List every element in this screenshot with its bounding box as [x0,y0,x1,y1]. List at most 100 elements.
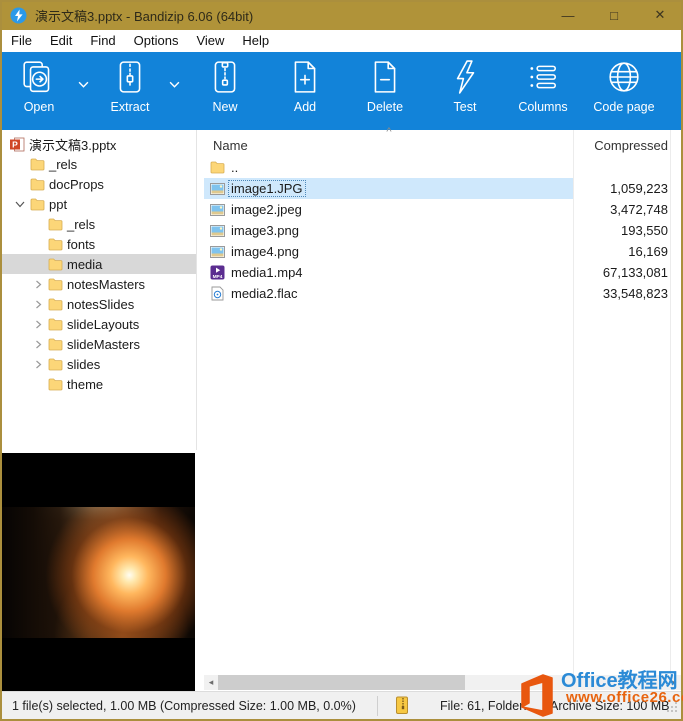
image-file-icon [209,183,226,195]
columns-icon [525,59,561,95]
file-name-cell[interactable]: image1.JPG [204,178,573,199]
file-row-media1-mp4[interactable]: MP4 media1.mp4 67,133,081 [204,262,681,283]
folder-icon [46,356,64,372]
tree-item-fonts[interactable]: fonts [2,234,196,254]
toolbar-new-button[interactable]: New [194,59,256,123]
watermark: Office教程网 www.office26.com [514,670,683,721]
chevron-collapsed-icon[interactable] [30,316,46,332]
menu-view[interactable]: View [187,30,233,52]
file-compressed-size: 193,550 [621,223,668,238]
chevron-placeholder [30,376,46,392]
file-compressed-size: 16,169 [628,244,668,259]
title-bar[interactable]: 演示文稿3.pptx - Bandizip 6.06 (64bit) — □ ✕ [0,0,683,30]
folder-icon [28,176,46,192]
scroll-left-icon[interactable]: ◂ [204,675,218,690]
file-compressed-size: 33,548,823 [603,286,668,301]
tree-item-label: slides [67,357,100,372]
folder-icon [46,276,64,292]
close-button[interactable]: ✕ [637,0,683,30]
file-row-image1-jpg[interactable]: image1.JPG1,059,223 [204,178,681,199]
menu-options[interactable]: Options [125,30,188,52]
tree-item-slidelayouts[interactable]: slideLayouts [2,314,196,334]
menu-edit[interactable]: Edit [41,30,81,52]
menu-help[interactable]: Help [233,30,278,52]
preview-pane[interactable] [2,453,195,691]
chevron-collapsed-icon[interactable] [30,356,46,372]
powerpoint-file-icon: P [8,136,26,152]
tree-item-label: media [67,257,102,272]
minimize-button[interactable]: — [545,0,591,30]
file-name-label: media1.mp4 [229,265,305,280]
menu-file[interactable]: File [2,30,41,52]
folder-icon [46,376,64,392]
tree-item-slides[interactable]: slides [2,354,196,374]
tree-item-label: docProps [49,177,104,192]
file-row-media2-flac[interactable]: media2.flac 33,548,823 [204,283,681,304]
toolbar: Open Extract New Add Delete TestColumns Code p… [2,52,681,130]
chevron-collapsed-icon[interactable] [30,276,46,292]
file-compressed-size: 3,472,748 [610,202,668,217]
column-header-name[interactable]: Name [213,138,248,153]
file-row-image4-png[interactable]: image4.png 16,169 [204,241,681,262]
toolbar-add-button[interactable]: Add [274,59,336,123]
watermark-url: www.office26.com [566,689,683,706]
tree-item-theme[interactable]: theme [2,374,196,394]
file-name-cell[interactable]: image2.jpeg [204,199,573,220]
file-name-cell[interactable]: media2.flac [204,283,573,304]
toolbar-code-page-button[interactable]: Code page [584,59,664,123]
toolbar-open-button[interactable]: Open [8,59,70,123]
toolbar-extract-dropdown[interactable] [161,74,187,94]
archive-zip-icon [394,696,410,718]
tree-item-3-pptx[interactable]: P 演示文稿3.pptx [2,134,196,154]
extract-icon [112,59,148,95]
folder-icon [46,336,64,352]
toolbar-extract-button[interactable]: Extract [99,59,161,123]
preview-image [2,507,195,638]
sort-ascending-icon[interactable]: ^ [381,126,397,138]
tree-item-ppt[interactable]: ppt [2,194,196,214]
toolbar-delete-button[interactable]: Delete [352,59,418,123]
tree-item-slidemasters[interactable]: slideMasters [2,334,196,354]
toolbar-columns-button[interactable]: Columns [507,59,579,123]
folder-icon [46,296,64,312]
tree-item-label: slideMasters [67,337,140,352]
file-row-item[interactable]: .. [204,157,681,178]
file-compressed-size: 67,133,081 [603,265,668,280]
toolbar-open-dropdown[interactable] [70,74,96,94]
file-row-image2-jpeg[interactable]: image2.jpeg 3,472,748 [204,199,681,220]
svg-text:P: P [12,139,18,149]
svg-text:MP4: MP4 [213,274,223,280]
folder-icon [209,161,226,174]
maximize-button[interactable]: □ [591,0,637,30]
chevron-collapsed-icon[interactable] [30,336,46,352]
tree-item-notesslides[interactable]: notesSlides [2,294,196,314]
scrollbar-thumb[interactable] [218,675,465,690]
folder-icon [46,256,64,272]
menu-find[interactable]: Find [81,30,124,52]
chevron-expanded-icon[interactable] [12,196,28,212]
tree-item-label: 演示文稿3.pptx [29,135,116,154]
tree-item-rels[interactable]: _rels [2,214,196,234]
chevron-collapsed-icon[interactable] [30,296,46,312]
tree-item-notesmasters[interactable]: notesMasters [2,274,196,294]
file-list-panel: ^ Name Compressed ..image1.JPG1,059,223i… [204,130,681,691]
column-header-compressed[interactable]: Compressed [594,138,668,153]
toolbar-button-label: Delete [367,100,403,114]
file-row-image3-png[interactable]: image3.png 193,550 [204,220,681,241]
file-name-label: image4.png [229,244,301,259]
tree-item-media[interactable]: media [2,254,196,274]
file-name-cell[interactable]: image3.png [204,220,573,241]
tree-item-rels[interactable]: _rels [2,154,196,174]
file-name-cell[interactable]: image4.png [204,241,573,262]
toolbar-test-button[interactable]: Test [434,59,496,123]
file-name-cell[interactable]: MP4 media1.mp4 [204,262,573,283]
file-name-label: media2.flac [229,286,299,301]
delete-file-icon [367,59,403,95]
watermark-text: Office教程网 www.office26.com [561,670,683,706]
tree-item-docprops[interactable]: docProps [2,174,196,194]
image-file-icon [209,225,226,237]
toolbar-button-label: Code page [593,100,654,114]
folder-icon [28,156,46,172]
folder-tree: P演示文稿3.pptx_relsdocPropsppt_relsfontsmed… [2,130,197,450]
file-name-cell[interactable]: .. [204,157,573,178]
